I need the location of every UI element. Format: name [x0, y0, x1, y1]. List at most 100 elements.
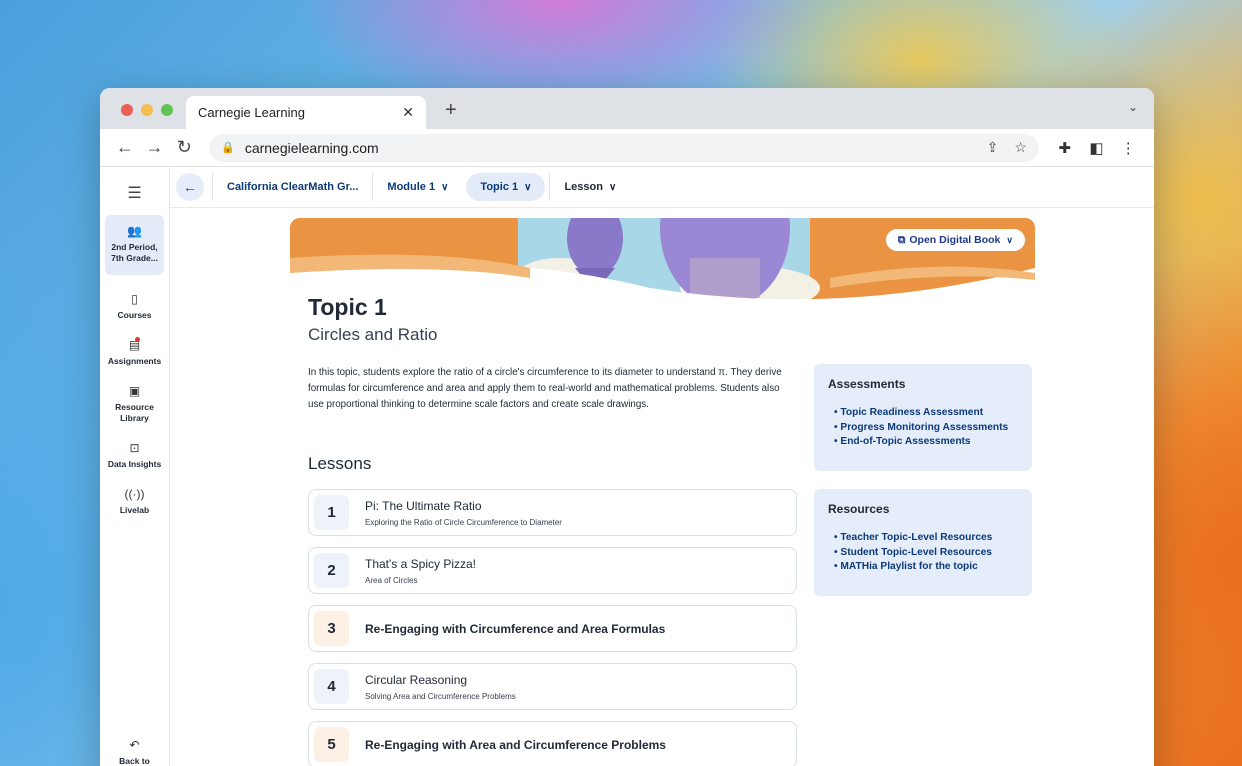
assessments-heading: Assessments — [828, 377, 906, 391]
assessment-link[interactable]: Topic Readiness Assessment — [828, 406, 1018, 421]
resource-link[interactable]: MATHia Playlist for the topic — [828, 560, 1018, 575]
users-icon: 👥 — [127, 224, 142, 238]
resources-card: Resources Teacher Topic-Level Resources … — [814, 489, 1032, 596]
close-icon[interactable]: ✕ — [402, 104, 414, 121]
tab-title: Carnegie Learning — [198, 105, 305, 120]
sidebar-item-label: Resource Library — [115, 402, 154, 423]
main-content: ← California ClearMath Gr... Module 1 ∨ T… — [170, 167, 1154, 766]
sidebar-item-livelab[interactable]: ((·)) Livelab — [100, 487, 169, 516]
breadcrumb-course-label: California ClearMath Gr... — [227, 181, 359, 193]
lesson-number: 3 — [314, 611, 349, 646]
lesson-item[interactable]: 5 Re-Engaging with Area and Circumferenc… — [308, 721, 797, 766]
lock-icon: 🔒 — [221, 142, 235, 154]
reload-icon[interactable]: ↻ — [169, 137, 199, 158]
lesson-title: Circular Reasoning — [365, 672, 468, 687]
browser-tab[interactable]: Carnegie Learning ✕ — [186, 96, 426, 129]
back-arrow-icon[interactable]: ← — [110, 137, 140, 158]
lesson-number: 2 — [314, 553, 349, 588]
maximize-window-button[interactable] — [161, 104, 173, 116]
puzzle-icon[interactable]: ✚ — [1049, 139, 1081, 157]
forward-arrow-icon[interactable]: → — [140, 137, 170, 158]
lesson-number: 4 — [314, 669, 349, 704]
assessment-link[interactable]: End-of-Topic Assessments — [828, 435, 1018, 450]
breadcrumb-course[interactable]: California ClearMath Gr... — [212, 173, 372, 201]
breadcrumb-topic[interactable]: Topic 1 ∨ — [466, 173, 546, 201]
lesson-title: Re-Engaging with Area and Circumference … — [365, 737, 666, 752]
back-to-portal-button[interactable]: ↶ Back to Portal — [100, 738, 169, 766]
sidebar-item-courses[interactable]: ▯ Courses — [100, 292, 169, 321]
chevron-down-icon: ∨ — [524, 181, 532, 193]
more-icon[interactable]: ⋮ — [1112, 139, 1144, 157]
library-icon: ▣ — [128, 384, 141, 398]
address-bar: ← → ↻ 🔒 carnegielearning.com ⇪ ☆ ✚ ◧ ⋮ — [100, 129, 1154, 167]
back-to-portal-label: Back to Portal — [119, 756, 150, 766]
topic-description: In this topic, students explore the rati… — [308, 367, 782, 410]
sidebar-item-resource-library[interactable]: ▣ Resource Library — [100, 384, 169, 424]
resource-link[interactable]: Teacher Topic-Level Resources — [828, 531, 1018, 546]
lesson-item[interactable]: 1 Pi: The Ultimate Ratio Exploring the R… — [308, 489, 797, 536]
sidebar: ☰ 👥 2nd Period, 7th Grade... ▯ Courses ▤… — [100, 167, 170, 766]
breadcrumb-topic-label: Topic 1 — [480, 181, 519, 193]
sidebar-item-label: Data Insights — [107, 459, 162, 469]
assessments-card: Assessments Topic Readiness Assessment P… — [814, 364, 1032, 471]
lesson-number: 1 — [314, 495, 349, 530]
broadcast-icon: ((·)) — [124, 487, 145, 501]
breadcrumb-lesson[interactable]: Lesson ∨ — [549, 173, 630, 201]
window-controls — [121, 104, 173, 116]
notification-dot — [135, 337, 140, 342]
book-icon: ▯ — [131, 292, 138, 306]
lesson-subtitle: Solving Area and Circumference Problems — [365, 691, 516, 701]
lesson-title: Re-Engaging with Circumference and Area … — [365, 621, 666, 636]
url-text: carnegielearning.com — [244, 139, 379, 156]
lesson-number: 5 — [314, 727, 349, 762]
sidebar-class-label: 2nd Period, 7th Grade... — [111, 242, 158, 263]
chevron-down-icon: ∨ — [1006, 234, 1013, 245]
breadcrumb: ← California ClearMath Gr... Module 1 ∨ T… — [170, 167, 1154, 208]
lesson-item[interactable]: 4 Circular Reasoning Solving Area and Ci… — [308, 663, 797, 710]
chevron-down-icon: ∨ — [441, 181, 449, 193]
close-window-button[interactable] — [121, 104, 133, 116]
lesson-item[interactable]: 2 That's a Spicy Pizza! Area of Circles — [308, 547, 797, 594]
url-input[interactable]: 🔒 carnegielearning.com ⇪ ☆ — [209, 133, 1039, 162]
breadcrumb-module[interactable]: Module 1 ∨ — [372, 173, 462, 201]
page-title: Topic 1 — [308, 294, 387, 320]
chevron-down-icon[interactable]: ⌄ — [1128, 100, 1138, 114]
minimize-window-button[interactable] — [141, 104, 153, 116]
page-subtitle: Circles and Ratio — [308, 325, 438, 344]
undo-icon: ↶ — [129, 738, 140, 752]
lesson-subtitle: Area of Circles — [365, 575, 418, 585]
menu-icon[interactable]: ☰ — [100, 183, 169, 203]
sidepanel-icon[interactable]: ◧ — [1081, 139, 1113, 157]
sidebar-item-label: Livelab — [119, 505, 150, 515]
app-area: ☰ 👥 2nd Period, 7th Grade... ▯ Courses ▤… — [100, 167, 1154, 766]
topic-banner: ⧉ Open Digital Book ∨ — [290, 218, 1035, 302]
breadcrumb-module-label: Module 1 — [387, 181, 436, 193]
sidebar-item-label: Courses — [117, 310, 152, 320]
breadcrumb-lesson-label: Lesson — [564, 181, 603, 193]
lessons-heading: Lessons — [308, 454, 372, 473]
lesson-title: Pi: The Ultimate Ratio — [365, 498, 482, 513]
open-digital-book-button[interactable]: ⧉ Open Digital Book ∨ — [885, 229, 1025, 251]
browser-window: Carnegie Learning ✕ + ⌄ ← → ↻ 🔒 carnegie… — [100, 88, 1154, 766]
back-button[interactable]: ← — [176, 173, 204, 201]
sidebar-item-class[interactable]: 👥 2nd Period, 7th Grade... — [105, 215, 164, 275]
sidebar-item-assignments[interactable]: ▤ Assignments — [100, 337, 169, 367]
lesson-subtitle: Exploring the Ratio of Circle Circumfere… — [365, 517, 562, 527]
resource-link[interactable]: Student Topic-Level Resources — [828, 546, 1018, 561]
external-link-icon: ⧉ — [897, 233, 906, 246]
tab-bar: Carnegie Learning ✕ + ⌄ — [100, 88, 1154, 129]
lesson-title: That's a Spicy Pizza! — [365, 556, 476, 571]
clipboard-icon: ▤ — [128, 337, 141, 352]
star-icon[interactable]: ☆ — [1014, 139, 1027, 156]
sidebar-item-label: Assignments — [107, 356, 162, 366]
lessons-list: 1 Pi: The Ultimate Ratio Exploring the R… — [308, 489, 797, 766]
chart-icon: ⊡ — [129, 441, 140, 455]
lesson-item[interactable]: 3 Re-Engaging with Circumference and Are… — [308, 605, 797, 652]
new-tab-button[interactable]: + — [445, 99, 457, 122]
sidebar-item-data-insights[interactable]: ⊡ Data Insights — [100, 441, 169, 470]
open-digital-book-label: Open Digital Book — [909, 234, 1001, 246]
chevron-down-icon: ∨ — [608, 181, 617, 193]
assessment-link[interactable]: Progress Monitoring Assessments — [828, 421, 1018, 436]
share-icon[interactable]: ⇪ — [987, 139, 999, 156]
resources-heading: Resources — [828, 502, 890, 516]
